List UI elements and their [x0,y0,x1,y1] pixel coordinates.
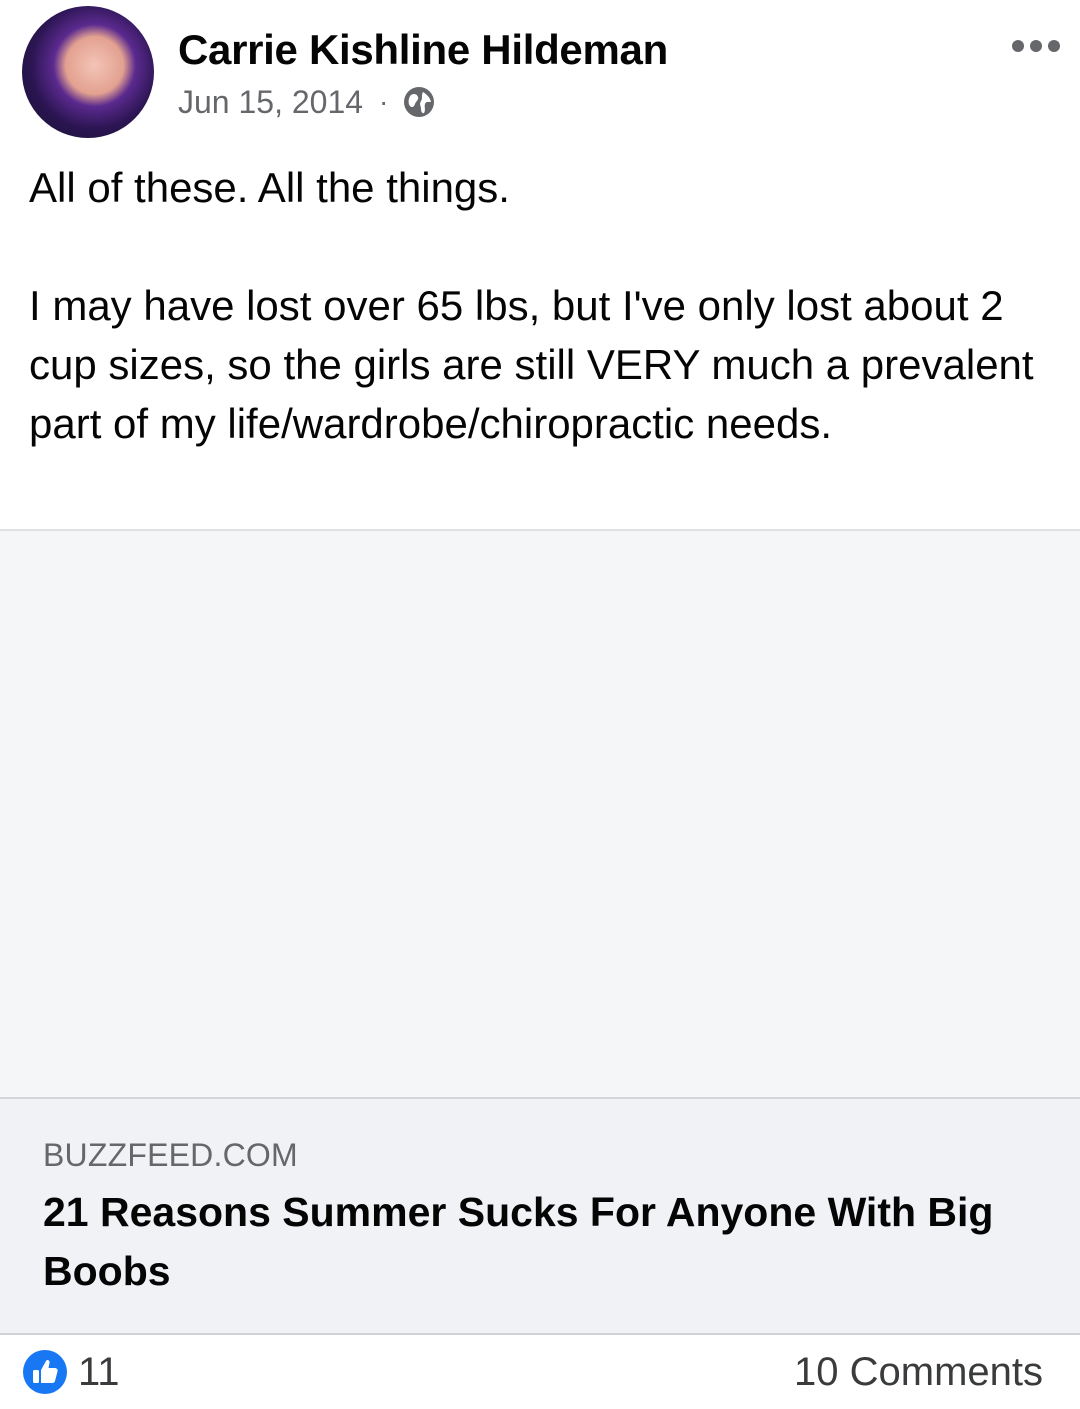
post-text-paragraph: I may have lost over 65 lbs, but I've on… [29,282,1034,447]
link-preview-info[interactable]: BUZZFEED.COM 21 Reasons Summer Sucks For… [0,1097,1080,1335]
facebook-post: Carrie Kishline Hildeman Jun 15, 2014 · … [0,0,1080,1409]
post-header: Carrie Kishline Hildeman Jun 15, 2014 · [0,0,1080,150]
more-options-button[interactable] [1004,26,1068,66]
reaction-summary[interactable]: 11 [22,1349,120,1395]
globe-icon [402,85,436,119]
comments-count[interactable]: 10 Comments [794,1349,1043,1395]
post-text-line: All of these. All the things. [29,164,510,211]
link-preview-image[interactable] [0,529,1080,1097]
like-icon [22,1349,68,1395]
avatar[interactable] [22,6,154,138]
meta-separator: · [379,86,389,117]
post-meta: Jun 15, 2014 · [178,82,436,122]
post-text: All of these. All the things. I may have… [29,158,1039,453]
link-domain: BUZZFEED.COM [43,1137,298,1173]
post-date[interactable]: Jun 15, 2014 [178,84,363,121]
link-title[interactable]: 21 Reasons Summer Sucks For Anyone With … [43,1183,1043,1301]
post-footer: 11 10 Comments [0,1335,1080,1409]
like-count: 11 [78,1349,120,1394]
more-horizontal-icon [1012,40,1060,52]
author-name[interactable]: Carrie Kishline Hildeman [178,26,668,74]
